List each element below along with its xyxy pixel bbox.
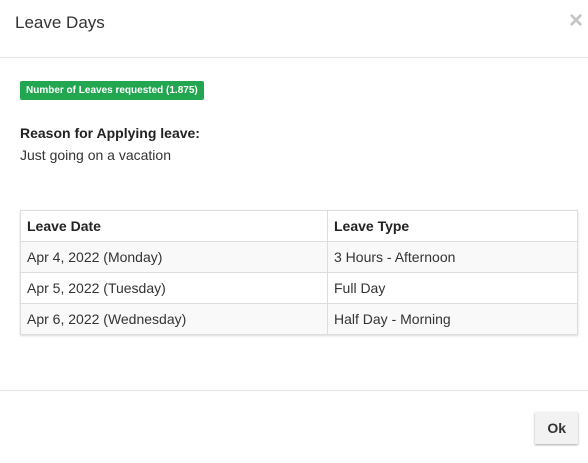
leave-days-table: Leave Date Leave Type Apr 4, 2022 (Monda… (20, 210, 578, 335)
table-row: Apr 4, 2022 (Monday) 3 Hours - Afternoon (20, 241, 578, 273)
column-header-leave-type: Leave Type (327, 210, 578, 242)
table-row: Apr 5, 2022 (Tuesday) Full Day (20, 272, 578, 304)
column-header-leave-date: Leave Date (20, 210, 328, 242)
modal-title: Leave Days (15, 13, 105, 32)
close-icon[interactable]: × (568, 9, 584, 33)
table-header-row: Leave Date Leave Type (20, 210, 578, 242)
modal-footer: Ok (0, 390, 588, 463)
table-row: Apr 6, 2022 (Wednesday) Half Day - Morni… (20, 303, 578, 335)
leaves-requested-badge: Number of Leaves requested (1.875) (20, 81, 204, 100)
leave-type-cell: Half Day - Morning (327, 303, 578, 335)
leave-type-cell: Full Day (327, 272, 578, 304)
leave-date-cell: Apr 5, 2022 (Tuesday) (20, 272, 328, 304)
leave-type-cell: 3 Hours - Afternoon (327, 241, 578, 273)
reason-text: Just going on a vacation (20, 147, 171, 163)
modal-header: Leave Days × (0, 0, 588, 58)
leave-date-cell: Apr 4, 2022 (Monday) (20, 241, 328, 273)
leave-date-cell: Apr 6, 2022 (Wednesday) (20, 303, 328, 335)
leave-days-modal: Leave Days × Number of Leaves requested … (0, 0, 588, 463)
reason-label: Reason for Applying leave: (20, 125, 200, 141)
ok-button[interactable]: Ok (535, 412, 578, 444)
